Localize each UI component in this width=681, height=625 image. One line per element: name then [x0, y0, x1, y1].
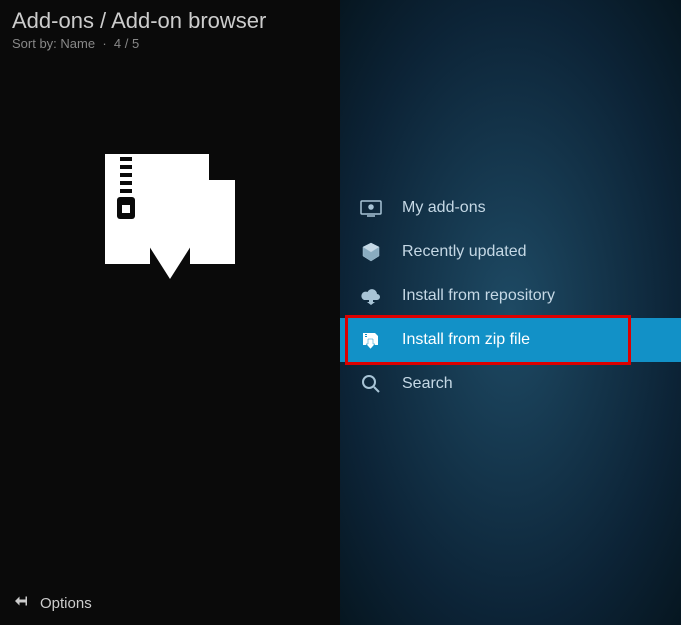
search-icon: [360, 374, 382, 394]
options-icon[interactable]: [12, 592, 30, 615]
menu-item-recently-updated[interactable]: Recently updated: [340, 230, 681, 274]
menu-item-my-addons[interactable]: My add-ons: [340, 186, 681, 230]
sort-info: Sort by: Name · 4 / 5: [12, 36, 328, 51]
header: Add-ons / Add-on browser Sort by: Name ·…: [0, 0, 340, 59]
menu-list: My add-ons Recently updated Install from…: [340, 186, 681, 406]
menu-item-label: My add-ons: [402, 199, 486, 217]
addons-icon: [360, 198, 382, 218]
feature-icon-container: [0, 59, 340, 279]
breadcrumb: Add-ons / Add-on browser: [12, 8, 328, 34]
menu-item-install-zip[interactable]: Install from zip file: [340, 318, 681, 362]
menu-item-label: Search: [402, 375, 453, 393]
zip-file-download-icon: [95, 149, 245, 279]
separator: ·: [99, 36, 114, 51]
footer: Options: [12, 592, 92, 615]
menu-item-label: Install from repository: [402, 287, 555, 305]
menu-item-label: Install from zip file: [402, 331, 530, 349]
options-button[interactable]: Options: [40, 595, 92, 612]
menu-item-label: Recently updated: [402, 243, 527, 261]
cloud-download-icon: [360, 286, 382, 306]
box-icon: [360, 242, 382, 262]
left-panel: Add-ons / Add-on browser Sort by: Name ·…: [0, 0, 340, 625]
position-indicator: 4 / 5: [114, 36, 139, 51]
menu-item-search[interactable]: Search: [340, 362, 681, 406]
right-panel: My add-ons Recently updated Install from…: [340, 0, 681, 625]
menu-item-install-repository[interactable]: Install from repository: [340, 274, 681, 318]
sort-label: Sort by: Name: [12, 36, 95, 51]
zip-download-icon: [360, 330, 382, 350]
